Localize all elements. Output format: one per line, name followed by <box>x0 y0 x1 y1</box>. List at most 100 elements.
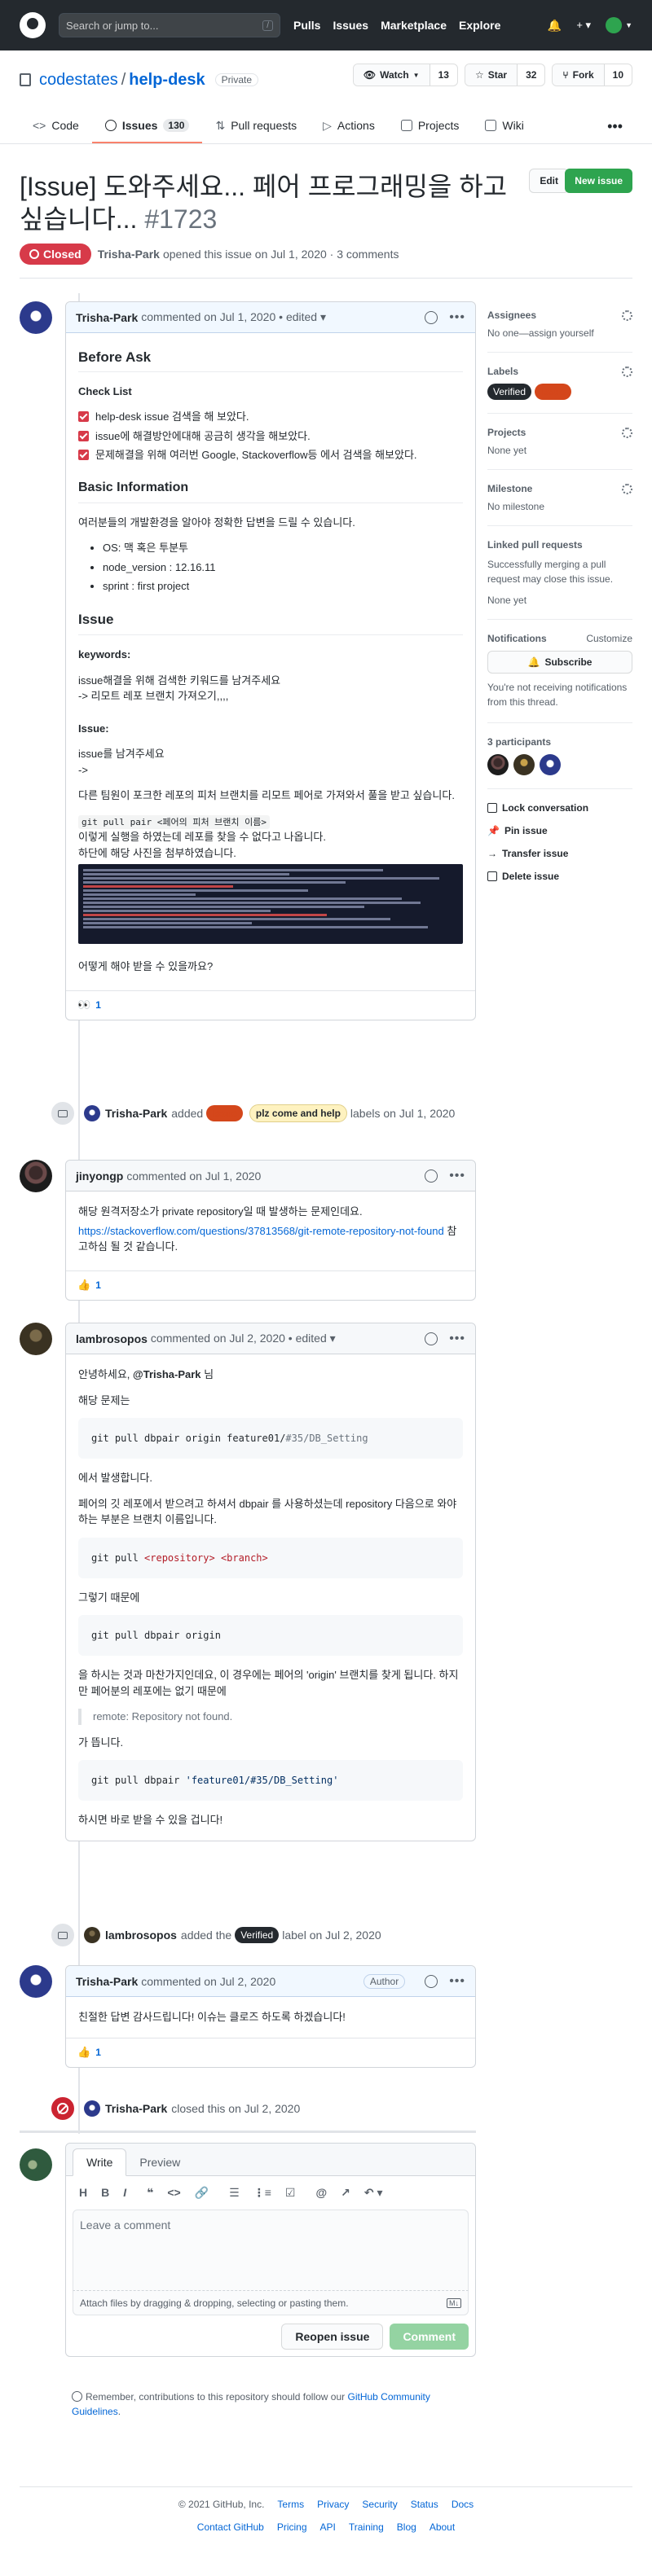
avatar[interactable] <box>20 2148 52 2181</box>
fork-button-group[interactable]: ⑂ Fork 10 <box>552 64 632 86</box>
footer-link-training[interactable]: Training <box>349 2521 384 2533</box>
code-icon[interactable]: <> <box>167 2186 180 2200</box>
avatar[interactable] <box>20 1965 52 1998</box>
attach-files-bar[interactable]: Attach files by dragging & dropping, sel… <box>73 2291 469 2315</box>
new-issue-button[interactable]: New issue <box>565 169 632 193</box>
footer-link-pricing[interactable]: Pricing <box>277 2521 307 2533</box>
comment-author[interactable]: lambrosopos <box>76 1332 148 1345</box>
avatar[interactable] <box>540 754 561 775</box>
tab-issues[interactable]: Issues 130 <box>91 109 203 143</box>
kebab-icon[interactable]: ••• <box>449 1332 465 1346</box>
stackoverflow-link[interactable]: https://stackoverflow.com/questions/3781… <box>78 1225 444 1237</box>
star-count[interactable]: 32 <box>518 69 544 81</box>
footer-link-security[interactable]: Security <box>362 2499 397 2510</box>
avatar[interactable] <box>20 1160 52 1192</box>
tab-wiki[interactable]: Wiki <box>472 109 536 143</box>
bell-icon[interactable]: 🔔 <box>548 19 562 33</box>
issue-author-link[interactable]: Trisha-Park <box>98 248 160 261</box>
footer-link-about[interactable]: About <box>430 2521 455 2533</box>
cross-reference-icon[interactable]: ↗ <box>341 2186 350 2200</box>
bold-icon[interactable]: B <box>101 2186 109 2200</box>
smiley-icon[interactable] <box>425 1974 438 1988</box>
reaction-button[interactable]: 👍 1 <box>66 1270 475 1300</box>
kebab-icon[interactable]: ••• <box>449 1974 465 1989</box>
assign-yourself-link[interactable]: No one—assign yourself <box>487 327 632 339</box>
footer-link-docs[interactable]: Docs <box>452 2499 474 2510</box>
edit-title-button[interactable]: Edit <box>529 169 569 193</box>
footer-link-api[interactable]: API <box>320 2521 336 2533</box>
avatar[interactable] <box>487 754 509 775</box>
user-mention[interactable]: @Trisha-Park <box>133 1368 201 1380</box>
tab-preview[interactable]: Preview <box>126 2149 193 2175</box>
search-input[interactable]: Search or jump to... / <box>59 13 280 37</box>
avatar[interactable] <box>84 2100 100 2117</box>
unordered-list-icon[interactable]: ☰ <box>229 2186 240 2200</box>
footer-link-terms[interactable]: Terms <box>277 2499 304 2510</box>
heading-icon[interactable]: H <box>79 2186 87 2200</box>
watch-count[interactable]: 13 <box>430 69 457 81</box>
kebab-icon[interactable]: ••• <box>449 1169 465 1183</box>
mention-icon[interactable]: @ <box>315 2186 327 2200</box>
label-issue[interactable]: Issue <box>206 1105 243 1121</box>
task-list-icon[interactable]: ☑ <box>285 2186 296 2200</box>
user-menu[interactable]: ▼ <box>606 17 632 33</box>
label-plz-come-and-help[interactable]: plz come and help <box>249 1104 347 1122</box>
reaction-button[interactable]: 👍 1 <box>66 2037 475 2067</box>
smiley-icon[interactable] <box>425 1169 438 1183</box>
fork-count[interactable]: 10 <box>605 69 632 81</box>
footer-link-contact[interactable]: Contact GitHub <box>197 2521 264 2533</box>
github-logo-icon[interactable] <box>20 12 46 38</box>
kebab-icon[interactable]: ••• <box>449 310 465 325</box>
avatar[interactable] <box>84 1105 100 1121</box>
watch-button-group[interactable]: 👁 Watch ▼ 13 <box>352 64 458 86</box>
gear-icon[interactable] <box>622 309 632 321</box>
avatar[interactable] <box>20 301 52 334</box>
nav-explore[interactable]: Explore <box>459 19 500 32</box>
nav-issues[interactable]: Issues <box>333 19 368 32</box>
reaction-button[interactable]: 👀 1 <box>66 990 475 1020</box>
star-button-group[interactable]: ☆ Star 32 <box>464 64 546 86</box>
tab-code[interactable]: <> Code <box>20 109 92 143</box>
lock-conversation-link[interactable]: Lock conversation <box>487 802 632 814</box>
footer-link-blog[interactable]: Blog <box>397 2521 416 2533</box>
gear-icon[interactable] <box>622 366 632 377</box>
avatar[interactable] <box>513 754 535 775</box>
tab-pull-requests[interactable]: ⇅ Pull requests <box>202 109 310 143</box>
subscribe-button[interactable]: 🔔 Subscribe <box>487 651 632 674</box>
customize-link[interactable]: Customize <box>586 633 632 644</box>
comment-author[interactable]: jinyongp <box>76 1170 123 1183</box>
nav-marketplace[interactable]: Marketplace <box>381 19 447 32</box>
italic-icon[interactable]: I <box>123 2186 126 2200</box>
tab-actions[interactable]: ▷ Actions <box>310 109 388 143</box>
footer-link-status[interactable]: Status <box>411 2499 438 2510</box>
nav-pulls[interactable]: Pulls <box>293 19 320 32</box>
checkbox-checked-icon[interactable] <box>78 450 89 461</box>
reply-icon[interactable]: ↶ ▾ <box>364 2186 383 2200</box>
avatar[interactable] <box>20 1323 52 1355</box>
label-issue[interactable]: Issue <box>535 384 571 400</box>
link-icon[interactable]: 🔗 <box>195 2186 209 2200</box>
checkbox-checked-icon[interactable] <box>78 411 89 423</box>
create-new-menu[interactable]: + ▾ <box>576 19 591 32</box>
comment-button[interactable]: Comment <box>390 2324 469 2350</box>
smiley-icon[interactable] <box>425 310 438 324</box>
comment-author[interactable]: Trisha-Park <box>76 311 138 324</box>
label-verified[interactable]: Verified <box>487 384 532 400</box>
terminal-screenshot-image[interactable] <box>78 864 463 944</box>
event-author[interactable]: lambrosopos <box>105 1929 177 1942</box>
ordered-list-icon[interactable]: ⋮≡ <box>253 2186 271 2200</box>
avatar[interactable] <box>84 1927 100 1943</box>
repo-name-link[interactable]: help-desk <box>129 71 205 90</box>
gear-icon[interactable] <box>622 427 632 438</box>
event-author[interactable]: Trisha-Park <box>105 2102 167 2115</box>
gear-icon[interactable] <box>622 483 632 494</box>
event-author[interactable]: Trisha-Park <box>105 1107 167 1120</box>
more-tabs-button[interactable]: ••• <box>597 109 632 143</box>
repo-owner-link[interactable]: codestates <box>39 71 118 90</box>
smiley-icon[interactable] <box>425 1332 438 1345</box>
tab-projects[interactable]: Projects <box>388 109 473 143</box>
transfer-issue-link[interactable]: → Transfer issue <box>487 848 632 859</box>
comment-author[interactable]: Trisha-Park <box>76 1975 138 1988</box>
label-verified[interactable]: Verified <box>235 1927 280 1943</box>
checkbox-checked-icon[interactable] <box>78 430 89 441</box>
